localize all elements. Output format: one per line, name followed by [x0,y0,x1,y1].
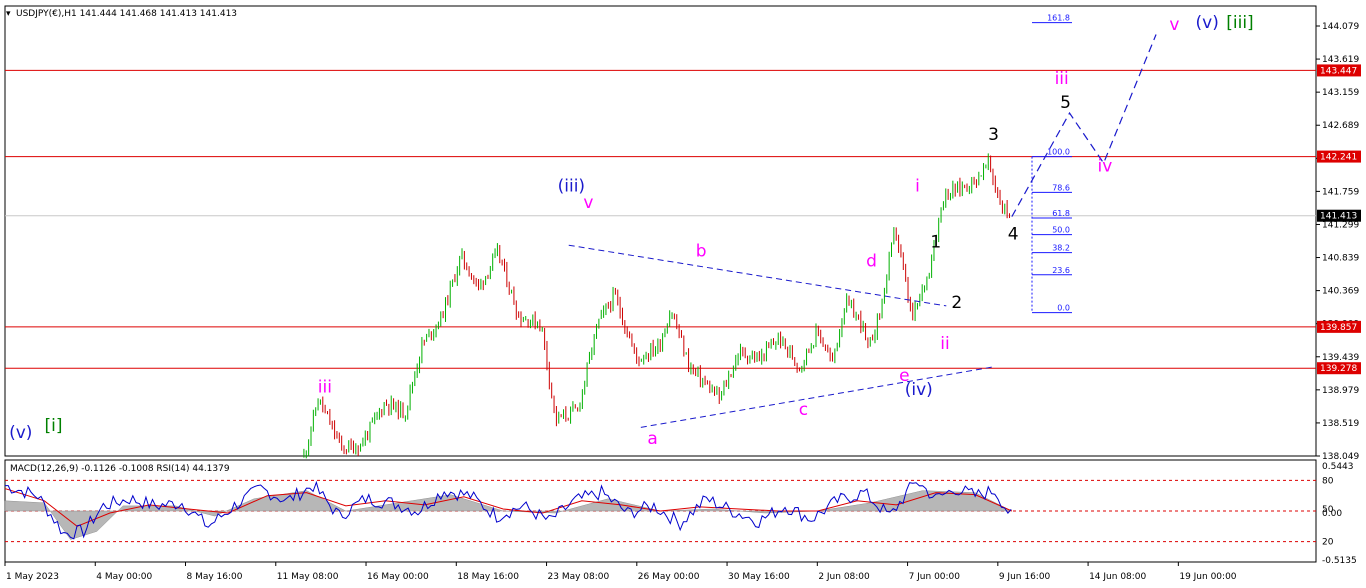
level-price-label: 139.278 [1320,364,1357,374]
wave-label: ii [940,334,949,354]
wave-label: 3 [988,125,999,145]
level-price-label: 139.857 [1320,323,1357,333]
indicator-tick-label: 0.00 [1322,509,1342,519]
wave-label: d [866,252,877,272]
x-tick-label: 19 Jun 00:00 [1179,572,1236,582]
indicator-tick-label: 0.5443 [1322,462,1354,472]
wave-label: b [696,242,707,262]
macd-histogram [4,490,1012,540]
indicator-tick-label: -0.5135 [1322,556,1357,566]
symbol-header: USDJPY(€),H1 141.444 141.468 141.413 141… [16,9,237,19]
y-tick-label: 144.079 [1322,22,1359,32]
y-tick-label: 140.839 [1322,254,1359,264]
y-tick-label: 142.689 [1322,121,1359,131]
x-tick-label: 30 May 16:00 [728,572,790,582]
y-tick-label: 139.439 [1322,353,1359,363]
level-price-label: 143.447 [1320,66,1357,76]
wave-label: (v) [1196,13,1219,33]
wave-label: 1 [930,232,941,252]
x-tick-label: 18 May 16:00 [457,572,519,582]
main-plot-frame [4,5,1317,457]
indicator-tick-label: 80 [1322,476,1334,486]
wave-label: iii [1055,69,1069,89]
fib-level-label: 38.2 [1052,244,1070,253]
y-tick-label: 140.369 [1322,287,1359,297]
price-chart-svg[interactable]: 100.0 78.6 61.8 50.0 38.2 23.6 0.0 161.8 (v) [i]… [0,0,1366,588]
triangle-trend-line[interactable] [568,244,947,307]
wave-label: 5 [1060,93,1071,113]
fib-level-label: 161.8 [1047,14,1070,23]
y-tick-label: 143.159 [1322,88,1359,98]
wave-label: [iii] [1226,13,1253,33]
x-tick-label: 8 May 16:00 [187,572,243,582]
current-price-label: 141.413 [1320,212,1357,222]
wave-label: c [799,400,808,420]
wave-label: [i] [45,416,63,436]
y-tick-label: 143.619 [1322,55,1359,65]
fib-level-label: 100.0 [1047,148,1070,157]
wave-label: v [583,193,593,213]
indicator-tick-label: 20 [1322,538,1334,548]
wave-label: i [915,177,920,197]
x-tick-label: 4 May 00:00 [96,572,152,582]
wave-label: (v) [9,423,32,443]
fib-level-label: 61.8 [1052,209,1070,218]
y-tick-label: 138.979 [1322,386,1359,396]
dropdown-arrow-icon[interactable]: ▾ [6,9,11,19]
wave-label: (iii) [558,177,585,197]
x-tick-label: 2 Jun 08:00 [818,572,870,582]
x-tick-label: 26 May 00:00 [638,572,700,582]
x-tick-label: 7 Jun 00:00 [909,572,961,582]
wave-label: 2 [951,293,962,313]
triangle-trend-line[interactable] [640,366,995,428]
wave-label: 4 [1008,225,1019,245]
trading-chart[interactable]: 100.0 78.6 61.8 50.0 38.2 23.6 0.0 161.8 (v) [i]… [0,0,1366,588]
wave-label: v [1169,15,1179,35]
fib-level-label: 50.0 [1052,226,1070,235]
wave-label: a [647,429,657,449]
x-tick-label: 9 Jun 16:00 [999,572,1051,582]
fib-level-label: 23.6 [1052,266,1070,275]
x-tick-label: 16 May 00:00 [367,572,429,582]
x-tick-label: 11 May 08:00 [277,572,339,582]
x-tick-label: 14 Jun 08:00 [1089,572,1146,582]
x-tick-label: 1 May 2023 [6,572,59,582]
y-tick-label: 138.049 [1322,452,1359,462]
wave-label: iii [318,377,332,397]
wave-label: iv [1098,157,1113,177]
y-tick-label: 138.519 [1322,419,1359,429]
indicator-header: MACD(12,26,9) -0.1126 -0.1008 RSI(14) 44… [10,464,230,474]
level-price-label: 142.241 [1320,153,1357,163]
fib-level-label: 78.6 [1052,183,1070,192]
y-tick-label: 141.759 [1322,187,1359,197]
fib-level-label: 0.0 [1057,304,1070,313]
wave-label: (iv) [905,380,933,400]
wave-projection-line[interactable] [1011,34,1157,217]
x-tick-label: 23 May 08:00 [548,572,610,582]
y-tick-label: 141.299 [1322,220,1359,230]
